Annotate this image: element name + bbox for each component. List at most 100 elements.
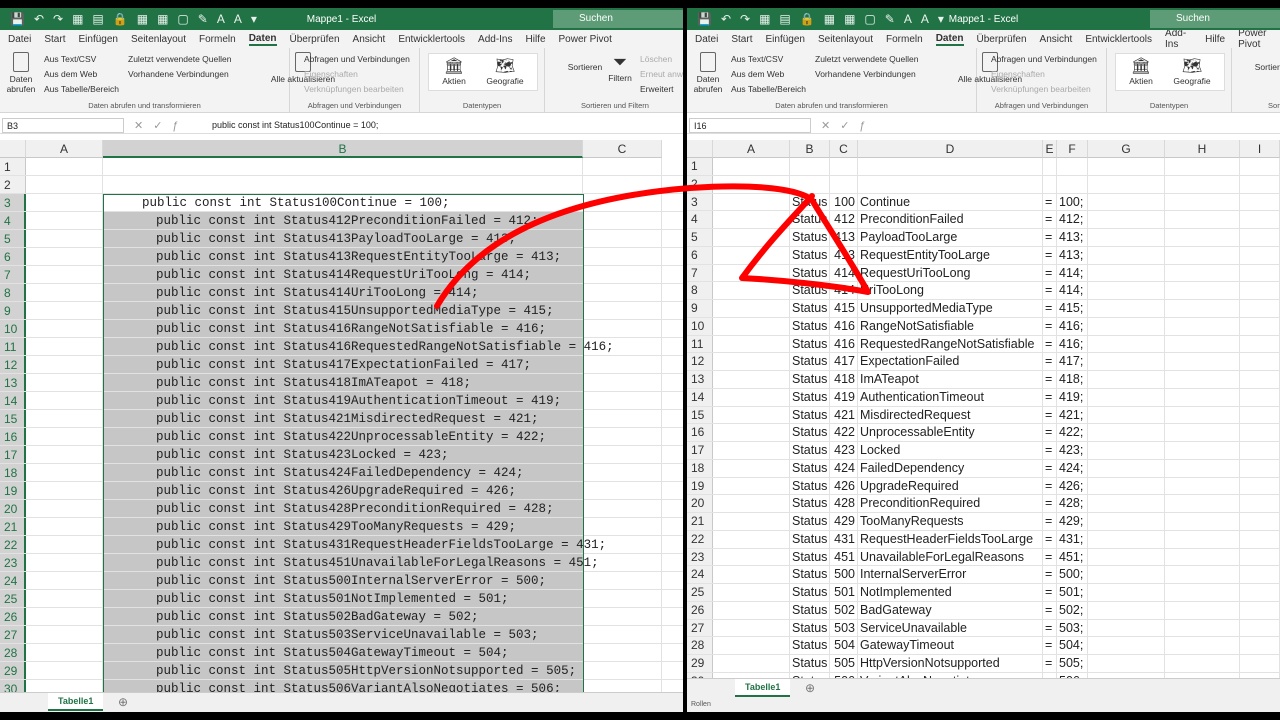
add-sheet-icon[interactable]: ⊕ — [118, 695, 128, 709]
cell[interactable]: public const int Status418ImATeapot = 41… — [103, 374, 583, 391]
row-header[interactable]: 10 — [0, 320, 26, 337]
cell[interactable] — [1165, 317, 1240, 335]
cell[interactable] — [1165, 211, 1240, 228]
column-header-D[interactable]: D — [858, 140, 1043, 158]
cell[interactable]: Status — [790, 300, 830, 317]
cell[interactable]: 419; — [1057, 388, 1088, 406]
cell[interactable]: = — [1043, 601, 1057, 619]
properties[interactable]: Eigenschaften — [991, 69, 1045, 79]
sheet-tab-tabelle1[interactable]: Tabelle1 — [735, 679, 791, 697]
column-header-A[interactable]: A — [26, 140, 103, 158]
cell[interactable]: public const int Status502BadGateway = 5… — [103, 608, 583, 625]
cell[interactable] — [26, 158, 103, 175]
qat-icon[interactable]: ↶ — [34, 12, 44, 26]
cell[interactable]: public const int Status413PayloadTooLarg… — [103, 230, 583, 247]
cell[interactable] — [1043, 158, 1057, 175]
cell[interactable] — [713, 459, 790, 477]
cell[interactable] — [1240, 548, 1280, 566]
cell[interactable]: Status — [790, 619, 830, 637]
cell[interactable] — [1088, 584, 1165, 601]
cell[interactable] — [583, 590, 662, 607]
cell[interactable] — [26, 176, 103, 193]
row-header[interactable]: 24 — [0, 572, 26, 589]
cell[interactable]: Status — [790, 406, 830, 424]
cell[interactable]: = — [1043, 406, 1057, 424]
cell[interactable] — [1088, 158, 1165, 175]
row-header[interactable]: 21 — [0, 518, 26, 535]
cell[interactable]: 423 — [830, 442, 858, 459]
cell[interactable]: public const int Status505HttpVersionNot… — [103, 662, 583, 679]
cell[interactable]: = — [1043, 477, 1057, 495]
cell[interactable] — [26, 518, 103, 535]
cell[interactable]: Status — [790, 193, 830, 211]
cell[interactable] — [713, 229, 790, 246]
row-header[interactable]: 1 — [687, 158, 713, 175]
cell[interactable]: UnprocessableEntity — [858, 424, 1043, 441]
cell[interactable] — [1240, 300, 1280, 317]
cell[interactable]: public const int Status501NotImplemented… — [103, 590, 583, 607]
cell[interactable]: public const int Status414RequestUriTooL… — [103, 266, 583, 283]
properties[interactable]: Eigenschaften — [304, 69, 358, 79]
cell[interactable] — [26, 446, 103, 463]
cell[interactable] — [1165, 388, 1240, 406]
cell[interactable]: 505; — [1057, 655, 1088, 672]
advanced-filter[interactable]: Erweitert — [640, 84, 674, 94]
column-header-G[interactable]: G — [1088, 140, 1165, 158]
tab-seitenlayout[interactable]: Seitenlayout — [131, 34, 186, 45]
cell[interactable]: public const int Status413RequestEntityT… — [103, 248, 583, 265]
cell[interactable] — [583, 248, 662, 265]
cell[interactable]: 416; — [1057, 317, 1088, 335]
qat-icon[interactable]: ▦ — [844, 12, 855, 26]
cell[interactable] — [1240, 530, 1280, 548]
cell[interactable]: public const int Status429TooManyRequest… — [103, 518, 583, 535]
get-data-button[interactable]: Daten abrufen — [691, 52, 725, 94]
row-header[interactable]: 22 — [687, 530, 713, 548]
cell[interactable]: Status — [790, 495, 830, 512]
cell[interactable]: 429; — [1057, 513, 1088, 530]
cell[interactable] — [103, 158, 583, 175]
tab-power pivot[interactable]: Power Pivot — [1238, 28, 1280, 50]
cell[interactable]: 414 — [830, 264, 858, 282]
cell[interactable] — [1165, 371, 1240, 388]
cell[interactable]: = — [1043, 566, 1057, 583]
cell[interactable] — [1165, 229, 1240, 246]
cell[interactable]: = — [1043, 619, 1057, 637]
tab-einfügen[interactable]: Einfügen — [765, 34, 804, 45]
row-header[interactable]: 25 — [0, 590, 26, 607]
sheet-tab-tabelle1[interactable]: Tabelle1 — [48, 693, 104, 711]
select-all-corner[interactable] — [0, 140, 26, 158]
cell[interactable]: = — [1043, 459, 1057, 477]
cell[interactable] — [583, 230, 662, 247]
spreadsheet-grid[interactable]: A B C 1 2 3 public const int Status100Continue… — [0, 140, 683, 698]
cell[interactable]: Status — [790, 317, 830, 335]
cell[interactable] — [1240, 193, 1280, 211]
tab-überprüfen[interactable]: Überprüfen — [977, 34, 1027, 45]
row-header[interactable]: 26 — [0, 608, 26, 625]
row-header[interactable]: 16 — [687, 424, 713, 441]
cell[interactable] — [1088, 388, 1165, 406]
cell[interactable] — [26, 482, 103, 499]
cell[interactable]: public const int Status426UpgradeRequire… — [103, 482, 583, 499]
filter-button[interactable]: ⏷ Filtern — [605, 52, 635, 83]
cell[interactable]: 416; — [1057, 335, 1088, 353]
cell[interactable]: 500; — [1057, 566, 1088, 583]
search-box[interactable]: Suchen — [553, 10, 683, 28]
cell[interactable] — [1088, 282, 1165, 299]
row-header[interactable]: 13 — [687, 371, 713, 388]
cell[interactable]: public const int Status500InternalServer… — [103, 572, 583, 589]
edit-links[interactable]: Verknüpfungen bearbeiten — [991, 84, 1091, 94]
cell[interactable]: = — [1043, 264, 1057, 282]
row-header[interactable]: 22 — [0, 536, 26, 553]
row-header[interactable]: 2 — [687, 175, 713, 193]
cell[interactable]: public const int Status414UriTooLong = 4… — [103, 284, 583, 301]
row-header[interactable]: 12 — [0, 356, 26, 373]
cell[interactable] — [583, 428, 662, 445]
cell[interactable] — [583, 536, 662, 553]
row-header[interactable]: 9 — [687, 300, 713, 317]
from-text-csv[interactable]: Aus Text/CSV — [44, 54, 96, 64]
tab-überprüfen[interactable]: Überprüfen — [290, 34, 340, 45]
cell[interactable]: ExpectationFailed — [858, 353, 1043, 370]
cell[interactable]: Status — [790, 282, 830, 299]
qat-icon[interactable]: ▦ — [137, 12, 148, 26]
cell[interactable] — [858, 158, 1043, 175]
